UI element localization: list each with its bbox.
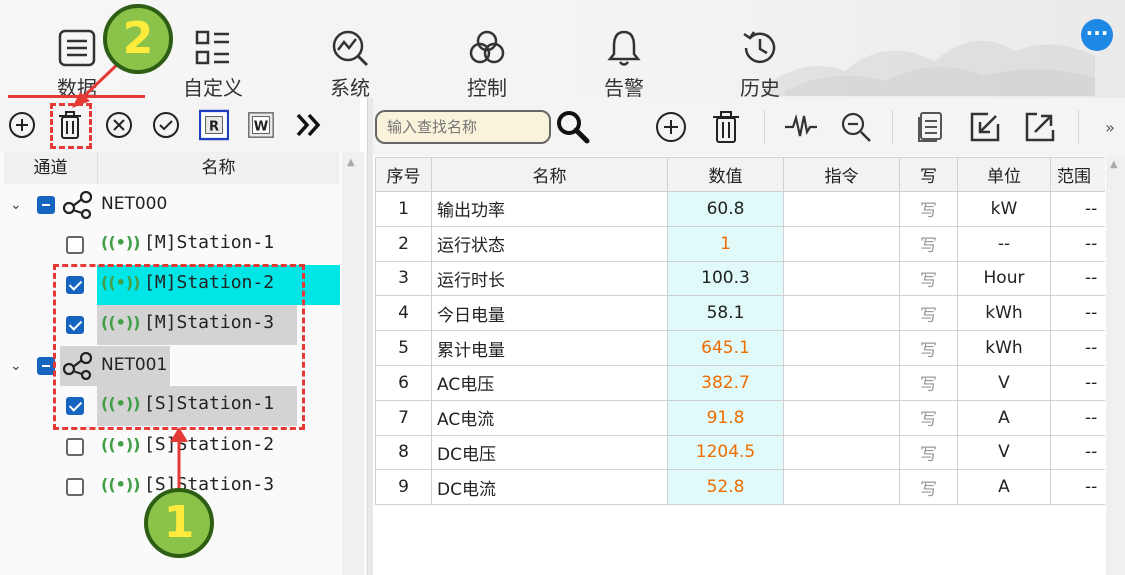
- annotation-badge-2: 2: [103, 4, 173, 74]
- annotation-badge-1: 1: [144, 488, 214, 558]
